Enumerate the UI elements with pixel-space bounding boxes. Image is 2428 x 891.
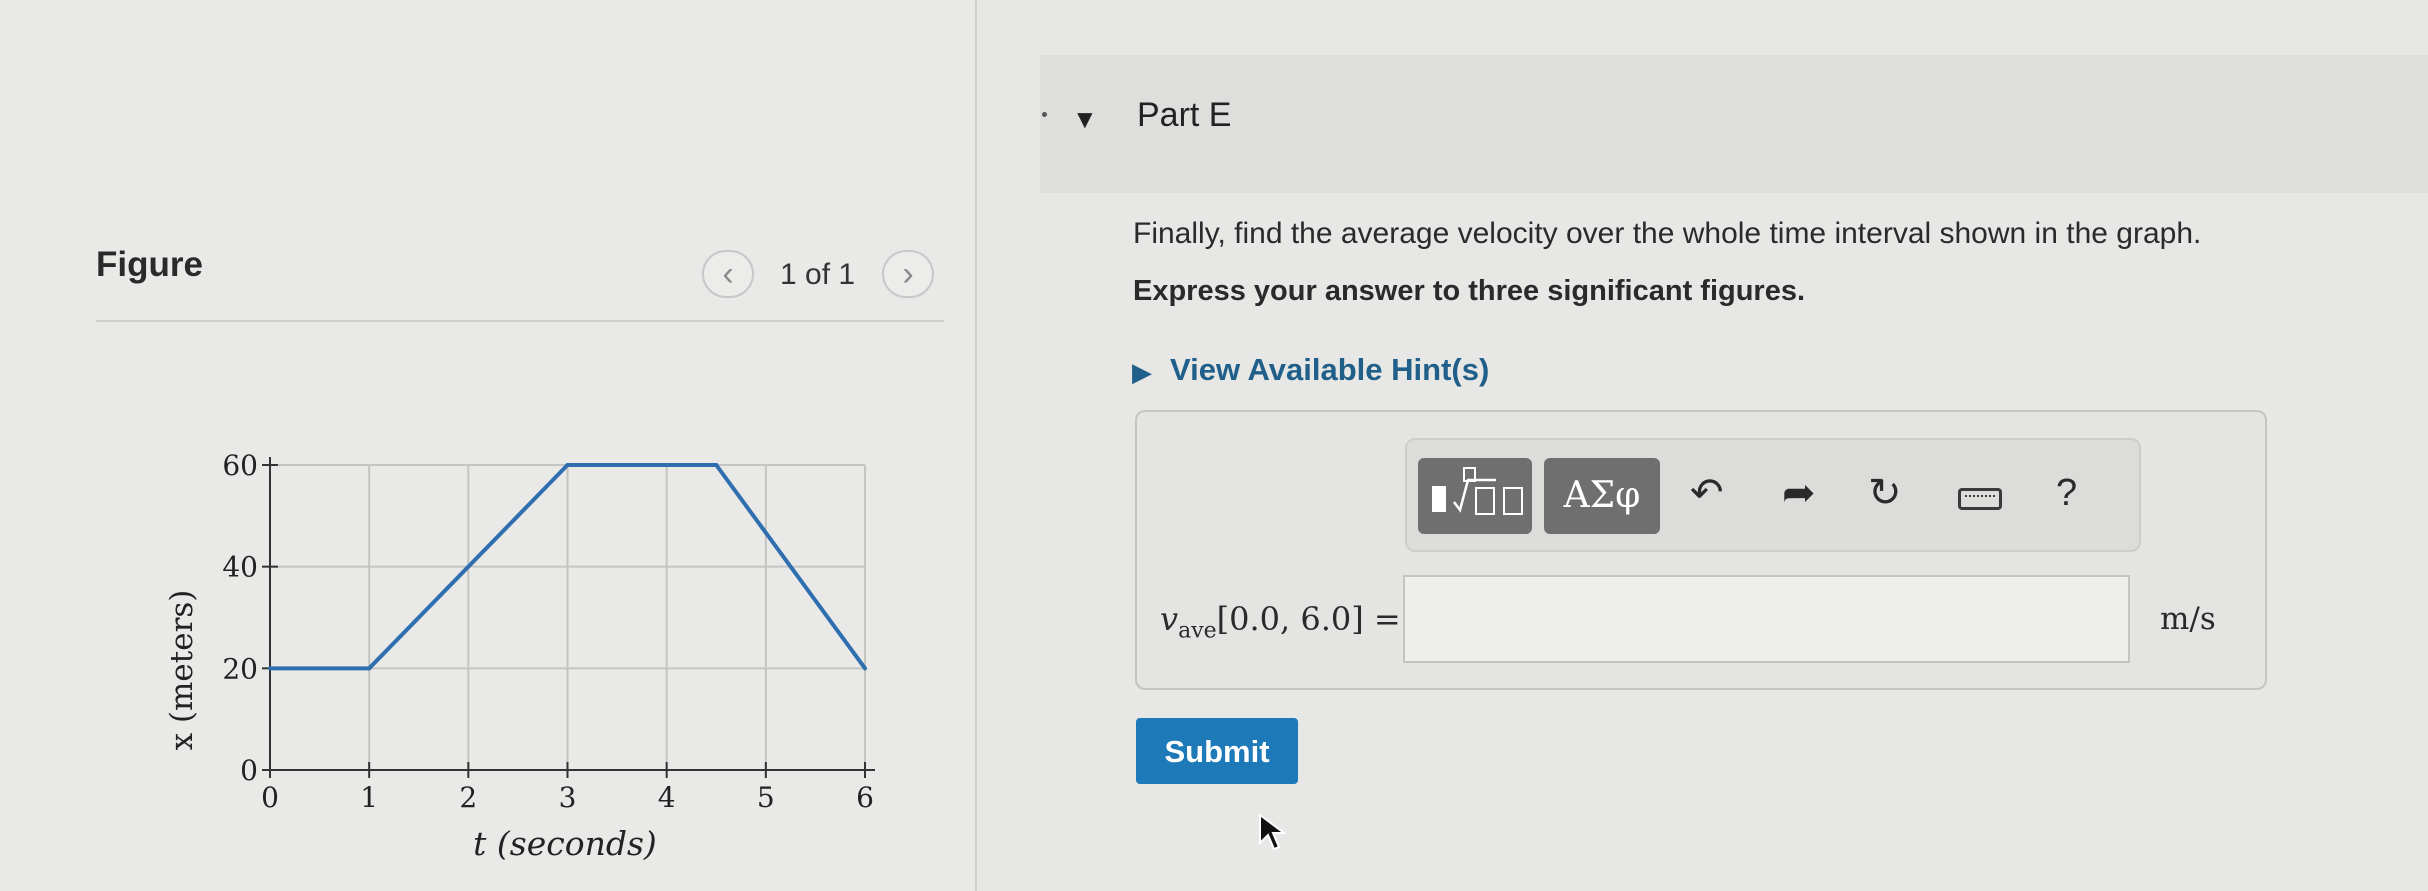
submit-button[interactable]: Submit [1136, 718, 1298, 784]
answer-input[interactable] [1403, 575, 2130, 663]
y-axis-label: x (meters) [164, 590, 200, 751]
part-title: Part E [1137, 96, 1232, 134]
position-time-graph: 0 1 2 3 4 5 60204060 t (seconds) x (meters) [164, 449, 875, 863]
chevron-right-icon: › [902, 255, 914, 293]
data-point [268, 666, 272, 671]
reset-icon[interactable]: ↻ [1868, 470, 1902, 516]
y-tick-label: 40 [222, 551, 258, 584]
keyboard-icon[interactable] [1958, 488, 2002, 510]
part-header[interactable] [1040, 55, 2428, 193]
mouse-pointer-icon [1259, 813, 1287, 851]
x-tick-label: 6 [856, 781, 874, 814]
x-tick-label: 2 [459, 781, 477, 814]
greek-symbols-button[interactable]: ΑΣφ [1544, 458, 1660, 534]
variable-symbol: v [1160, 600, 1179, 638]
variable-interval: [0.0, 6.0] [1216, 600, 1364, 638]
view-hints-link[interactable]: View Available Hint(s) [1170, 352, 1489, 388]
templates-button[interactable] [1418, 458, 1532, 534]
figure-counter: 1 of 1 [780, 258, 856, 291]
fraction-sqrt-template-icon [1432, 467, 1523, 515]
y-tick-label: 60 [222, 449, 258, 482]
figure-prev-button[interactable]: ‹ [702, 250, 754, 298]
x-axis-label: t (seconds) [473, 824, 657, 863]
tick-labels: 0 1 2 3 4 5 60204060 [222, 449, 874, 814]
answer-units: m/s [2160, 601, 2216, 637]
instruction-text: Express your answer to three significant… [1133, 275, 1806, 307]
y-tick-label: 20 [222, 652, 258, 685]
equals-sign: = [1373, 600, 1401, 638]
x-tick-label: 0 [261, 781, 279, 814]
redo-icon[interactable]: ➦ [1782, 470, 1816, 516]
data-point [863, 666, 867, 671]
data-point [565, 463, 570, 467]
answer-variable-label: vave[0.0, 6.0] = [1160, 600, 1401, 643]
variable-subscript: ave [1178, 618, 1217, 644]
chevron-left-icon: ‹ [722, 255, 734, 293]
x-tick-label: 4 [658, 781, 676, 814]
y-tick-label: 0 [240, 754, 258, 787]
data-point [367, 666, 372, 671]
figure-next-button[interactable]: › [882, 250, 934, 298]
x-tick-label: 5 [757, 781, 775, 814]
expand-caret-icon[interactable]: ▶ [1132, 357, 1152, 388]
data-point [714, 463, 719, 467]
x-tick-label: 1 [360, 781, 378, 814]
grid-lines [270, 464, 866, 770]
question-text: Finally, find the average velocity over … [1133, 217, 2202, 250]
undo-icon[interactable]: ↶ [1690, 470, 1724, 516]
figure-title: Figure [96, 245, 203, 284]
x-tick-label: 3 [559, 781, 577, 814]
figure-divider [96, 320, 944, 322]
collapse-caret-icon[interactable]: ▼ [1072, 104, 1098, 135]
help-button[interactable]: ? [2056, 472, 2077, 515]
dot-icon [1042, 112, 1047, 117]
